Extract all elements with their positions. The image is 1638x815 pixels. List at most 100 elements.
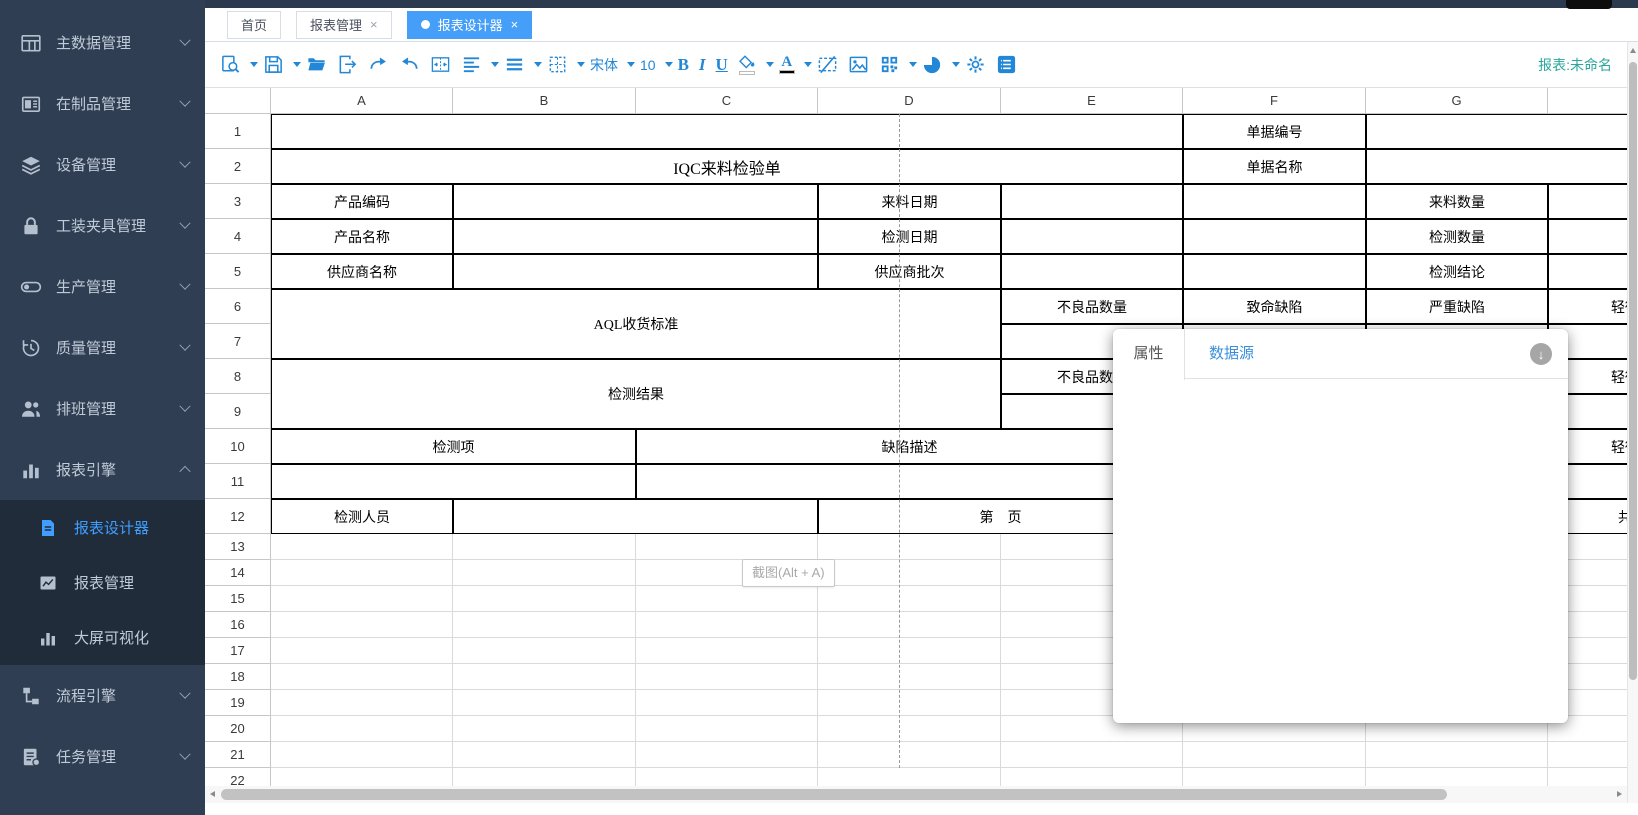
chart-button[interactable] [917, 51, 960, 78]
caret-down-icon[interactable] [665, 62, 673, 67]
row-header-7[interactable]: 7 [205, 324, 271, 359]
scroll-right-arrow-icon[interactable] [1617, 791, 1622, 797]
caret-down-icon[interactable] [804, 62, 812, 67]
open-folder-button[interactable] [301, 51, 332, 78]
cell-G:H-r2[interactable] [1366, 149, 1638, 184]
save-control[interactable] [258, 51, 289, 78]
row-header-3[interactable]: 3 [205, 184, 271, 219]
qrcode-button[interactable] [874, 51, 917, 78]
select-all-corner[interactable] [205, 88, 271, 114]
empty-cell[interactable] [1366, 742, 1548, 768]
empty-cell[interactable] [271, 612, 453, 638]
close-icon[interactable]: × [511, 18, 519, 31]
column-header-A[interactable]: A [271, 88, 453, 114]
underline-control[interactable]: U [711, 52, 733, 78]
preview-control[interactable] [215, 51, 246, 78]
export-control[interactable] [332, 51, 363, 78]
font-color-control[interactable]: A [774, 53, 800, 76]
clear-cell-button[interactable] [812, 51, 843, 78]
empty-cell[interactable] [818, 560, 1001, 586]
underline-button[interactable]: U [711, 52, 733, 78]
empty-cell[interactable] [1183, 742, 1366, 768]
cell-A:E-r2[interactable]: IQC来料检验单 [271, 149, 1183, 184]
borders-button[interactable] [542, 51, 585, 78]
empty-cell[interactable] [636, 612, 818, 638]
cell-H-r6[interactable]: 轻微缺陷 [1548, 289, 1638, 324]
cell-D-r4[interactable]: 检测日期 [818, 219, 1001, 254]
merge-cells-button[interactable] [425, 51, 456, 78]
cell-G-r4[interactable]: 检测数量 [1366, 219, 1548, 254]
empty-cell[interactable] [818, 664, 1001, 690]
column-header-F[interactable]: F [1183, 88, 1366, 114]
empty-cell[interactable] [636, 690, 818, 716]
column-header-E[interactable]: E [1001, 88, 1183, 114]
clear-cell-control[interactable] [812, 51, 843, 78]
cell-H-r5[interactable] [1548, 254, 1638, 289]
empty-cell[interactable] [1548, 742, 1638, 768]
sidebar-item-process-engine[interactable]: 流程引擎 [0, 665, 205, 726]
cell-D-r3[interactable]: 来料日期 [818, 184, 1001, 219]
align-button[interactable] [456, 51, 499, 78]
empty-cell[interactable] [1001, 742, 1183, 768]
sidebar-item-equipment[interactable]: 设备管理 [0, 134, 205, 195]
row-header-19[interactable]: 19 [205, 690, 271, 716]
empty-cell[interactable] [271, 690, 453, 716]
cell-F-r5[interactable] [1183, 254, 1366, 289]
row-header-1[interactable]: 1 [205, 114, 271, 149]
sidebar-item-report-engine[interactable]: 报表引擎 [0, 439, 205, 500]
cell-A:D-r6:7[interactable]: AQL收货标准 [271, 289, 1001, 359]
italic-button[interactable]: I [694, 52, 711, 78]
empty-cell[interactable] [453, 742, 636, 768]
cell-D-r5[interactable]: 供应商批次 [818, 254, 1001, 289]
cell-A:D-r8:9[interactable]: 检测结果 [271, 359, 1001, 429]
panel-toggle-button[interactable] [991, 51, 1022, 78]
tab-报表管理[interactable]: 报表管理× [296, 11, 392, 39]
empty-cell[interactable] [636, 742, 818, 768]
cell-G:H-r1[interactable] [1366, 114, 1638, 149]
row-header-6[interactable]: 6 [205, 289, 271, 324]
tab-报表设计器[interactable]: 报表设计器× [407, 11, 533, 39]
row-header-2[interactable]: 2 [205, 149, 271, 184]
row-header-8[interactable]: 8 [205, 359, 271, 394]
empty-cell[interactable] [453, 534, 636, 560]
caret-down-icon[interactable] [250, 62, 258, 67]
redo-button[interactable] [363, 51, 394, 78]
column-header-B[interactable]: B [453, 88, 636, 114]
cell-E-r6[interactable]: 不良品数量 [1001, 289, 1183, 324]
sidebar-item-task-management[interactable]: 任务管理 [0, 726, 205, 787]
caret-down-icon[interactable] [627, 62, 635, 67]
row-header-10[interactable]: 10 [205, 429, 271, 464]
empty-cell[interactable] [636, 716, 818, 742]
empty-cell[interactable] [636, 638, 818, 664]
column-header-H[interactable]: H [1548, 88, 1638, 114]
caret-down-icon[interactable] [577, 62, 585, 67]
fill-color-button[interactable] [733, 53, 774, 77]
row-header-21[interactable]: 21 [205, 742, 271, 768]
row-header-9[interactable]: 9 [205, 394, 271, 429]
font-size-control[interactable]: 10 [635, 54, 661, 76]
line-style-control[interactable] [499, 51, 530, 78]
caret-down-icon[interactable] [909, 62, 917, 67]
settings-button[interactable] [960, 51, 991, 78]
settings-control[interactable] [960, 51, 991, 78]
empty-cell[interactable] [818, 534, 1001, 560]
empty-cell[interactable] [818, 638, 1001, 664]
cell-C:E-r10[interactable]: 缺陷描述 [636, 429, 1183, 464]
cell-E-r3[interactable] [1001, 184, 1183, 219]
empty-cell[interactable] [636, 586, 818, 612]
sidebar-item-quality[interactable]: 质量管理 [0, 317, 205, 378]
close-icon[interactable]: × [370, 18, 378, 31]
empty-cell[interactable] [453, 638, 636, 664]
column-header-D[interactable]: D [818, 88, 1001, 114]
caret-down-icon[interactable] [952, 62, 960, 67]
empty-cell[interactable] [271, 586, 453, 612]
sidebar-item-report-management[interactable]: 报表管理 [0, 555, 205, 610]
font-size-button[interactable]: 10 [635, 54, 673, 76]
row-header-5[interactable]: 5 [205, 254, 271, 289]
empty-cell[interactable] [453, 716, 636, 742]
empty-cell[interactable] [453, 560, 636, 586]
cell-F-r2[interactable]: 单据名称 [1183, 149, 1366, 184]
sidebar-item-main-data[interactable]: 主数据管理 [0, 12, 205, 73]
cell-F-r1[interactable]: 单据编号 [1183, 114, 1366, 149]
empty-cell[interactable] [453, 612, 636, 638]
